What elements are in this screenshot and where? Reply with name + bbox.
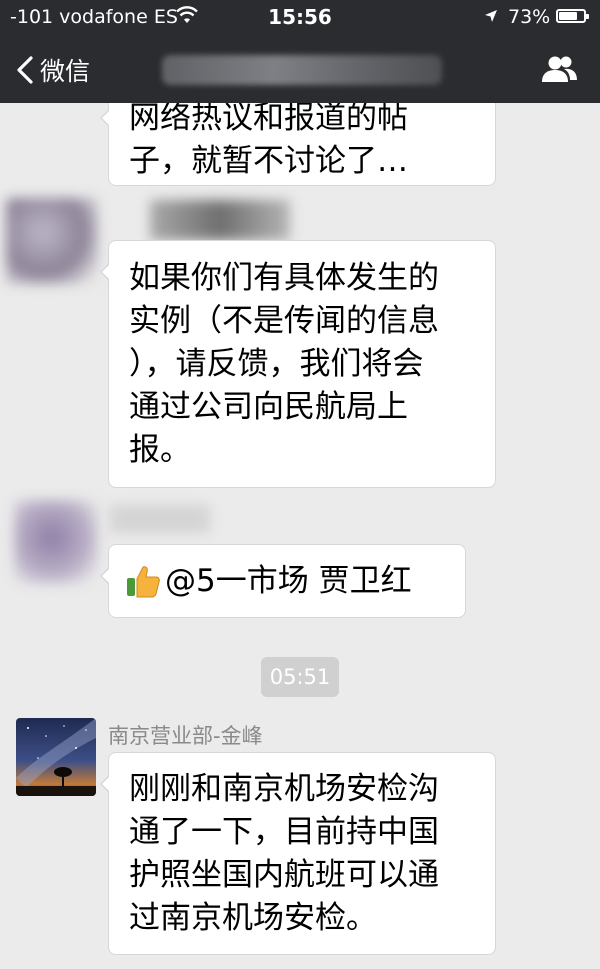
message-line: 刚刚和南京机场安检沟 bbox=[129, 771, 439, 807]
message-line: 实例（不是传闻的信息 bbox=[129, 303, 439, 339]
avatar-blurred[interactable] bbox=[6, 198, 98, 284]
location-arrow-icon bbox=[485, 10, 497, 22]
top-bar: -101 vodafone ES 15:56 73% 微信 bbox=[0, 0, 600, 103]
message-text: @5一市场 贾卫红 bbox=[165, 562, 412, 599]
message-line: 过南京机场安检。 bbox=[129, 900, 377, 936]
message-line: 通过公司向民航局上 bbox=[129, 389, 408, 425]
sender-name: 南京营业部-金峰 bbox=[108, 724, 263, 748]
chat-title-blurred bbox=[162, 55, 442, 85]
message-line: 网络热议和报道的帖 bbox=[129, 100, 408, 136]
thumbs-up-icon bbox=[127, 566, 160, 598]
battery-icon bbox=[556, 9, 589, 23]
chevron-left-icon bbox=[17, 56, 33, 84]
message-line: 如果你们有具体发生的 bbox=[129, 260, 439, 296]
message-line: 报。 bbox=[129, 432, 191, 468]
sender-name-blurred bbox=[110, 505, 210, 533]
message-bubble[interactable]: 如果你们有具体发生的 实例（不是传闻的信息 ），请反馈，我们将会 通过公司向民航… bbox=[100, 240, 496, 488]
message-bubble[interactable]: 刚刚和南京机场安检沟 通了一下，目前持中国 护照坐国内航班可以通 过南京机场安检… bbox=[100, 752, 496, 955]
timestamp-pill: 05:51 bbox=[261, 657, 339, 697]
sender-name-blurred bbox=[150, 200, 290, 240]
avatar[interactable] bbox=[16, 718, 96, 796]
message-line: ），请反馈，我们将会 bbox=[129, 346, 424, 382]
message-line: 护照坐国内航班可以通 bbox=[129, 857, 439, 893]
starry-sky-avatar-image bbox=[16, 718, 96, 796]
group-members-icon[interactable] bbox=[540, 52, 580, 86]
message-line: 子，就暂不讨论了… bbox=[129, 143, 408, 179]
message-bubble[interactable]: @5一市场 贾卫红 bbox=[100, 544, 466, 618]
battery-percent: 73% bbox=[508, 6, 551, 28]
back-button[interactable]: 微信 bbox=[14, 50, 90, 90]
back-label: 微信 bbox=[40, 57, 91, 86]
message-line: 通了一下，目前持中国 bbox=[129, 814, 439, 850]
avatar-blurred[interactable] bbox=[14, 500, 98, 584]
